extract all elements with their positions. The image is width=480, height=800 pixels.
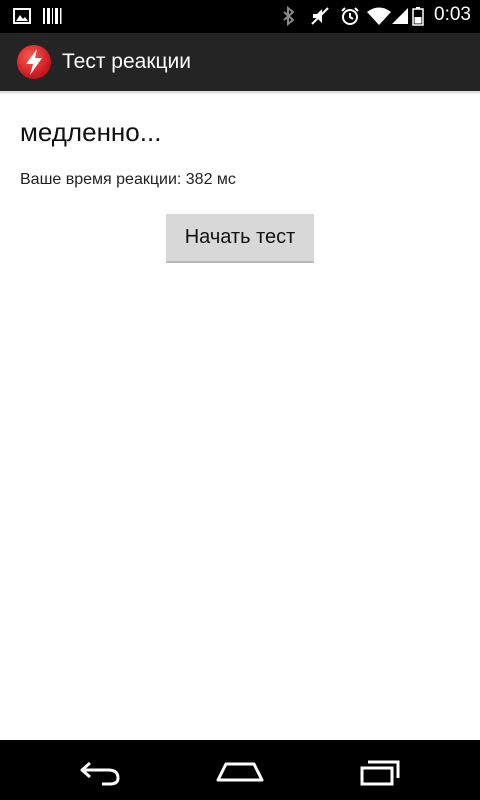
main-content: медленно... Ваше время реакции: 382 мс Н… bbox=[0, 95, 480, 740]
action-bar: Тест реакции bbox=[0, 33, 480, 91]
status-time: 0:03 bbox=[434, 4, 471, 25]
battery-icon bbox=[412, 6, 424, 26]
signal-icon bbox=[391, 6, 409, 26]
home-icon[interactable] bbox=[208, 750, 272, 790]
start-test-button[interactable]: Начать тест bbox=[166, 214, 314, 263]
wifi-icon bbox=[366, 6, 392, 26]
navigation-bar bbox=[0, 740, 480, 800]
mute-icon bbox=[309, 6, 331, 26]
back-icon[interactable] bbox=[68, 750, 132, 790]
app-title: Тест реакции bbox=[62, 50, 191, 73]
barcode-notification-icon bbox=[41, 6, 63, 26]
status-bar: 0:03 bbox=[0, 0, 480, 33]
recent-apps-icon[interactable] bbox=[348, 750, 412, 790]
lightning-bolt-icon[interactable] bbox=[16, 44, 52, 80]
alarm-icon bbox=[339, 6, 361, 26]
result-title: медленно... bbox=[20, 117, 162, 147]
bluetooth-icon bbox=[281, 5, 297, 27]
image-notification-icon bbox=[12, 6, 32, 26]
reaction-time-text: Ваше время реакции: 382 мс bbox=[20, 171, 236, 188]
